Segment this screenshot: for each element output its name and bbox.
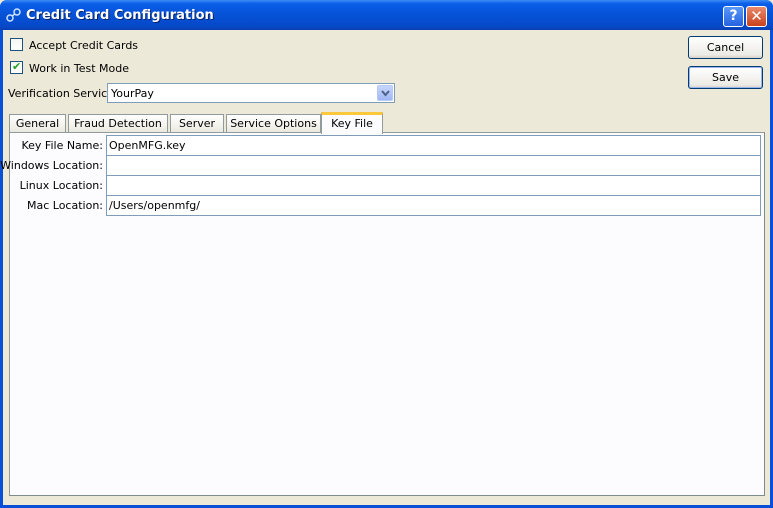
tab-server[interactable]: Server <box>170 114 224 133</box>
accept-credit-cards-checkbox[interactable] <box>10 38 23 51</box>
verification-service-label: Verification Service: <box>8 87 118 100</box>
work-in-test-mode-checkbox[interactable]: ✔ <box>10 60 23 74</box>
accept-credit-cards-label[interactable]: Accept Credit Cards <box>29 39 138 52</box>
linux-location-label: Linux Location: <box>19 179 103 192</box>
tab-service-options[interactable]: Service Options <box>226 114 321 133</box>
app-icon <box>6 8 21 22</box>
verification-service-value: YourPay <box>111 87 154 100</box>
key-file-name-field[interactable]: OpenMFG.key <box>106 135 761 156</box>
cancel-button[interactable]: Cancel <box>688 36 763 59</box>
key-file-name-label: Key File Name: <box>21 139 103 152</box>
dialog-body: Accept Credit Cards ✔ Work in Test Mode … <box>0 30 770 505</box>
tab-key-file[interactable]: Key File <box>321 112 383 134</box>
save-button[interactable]: Save <box>688 66 763 89</box>
help-button[interactable]: ? <box>723 6 744 27</box>
windows-location-label: Windows Location: <box>0 159 103 172</box>
tab-general[interactable]: General <box>9 114 66 133</box>
tab-fraud-detection[interactable]: Fraud Detection <box>68 114 168 133</box>
dialog-window: Credit Card Configuration ? ✕ Accept Cre… <box>0 0 773 508</box>
close-button[interactable]: ✕ <box>746 6 767 27</box>
title-bar[interactable]: Credit Card Configuration ? ✕ <box>0 0 773 30</box>
work-in-test-mode-label[interactable]: Work in Test Mode <box>29 62 129 75</box>
check-mark-icon: ✔ <box>12 60 22 73</box>
mac-location-field[interactable]: /Users/openmfg/ <box>106 195 761 216</box>
verification-service-select[interactable]: YourPay <box>107 83 395 103</box>
linux-location-field[interactable] <box>106 175 761 196</box>
mac-location-label: Mac Location: <box>26 199 103 212</box>
window-title: Credit Card Configuration <box>26 8 214 23</box>
key-file-panel: Key File Name: OpenMFG.key Windows Locat… <box>0 132 765 496</box>
chevron-down-icon[interactable] <box>377 85 393 101</box>
windows-location-field[interactable] <box>106 155 761 176</box>
